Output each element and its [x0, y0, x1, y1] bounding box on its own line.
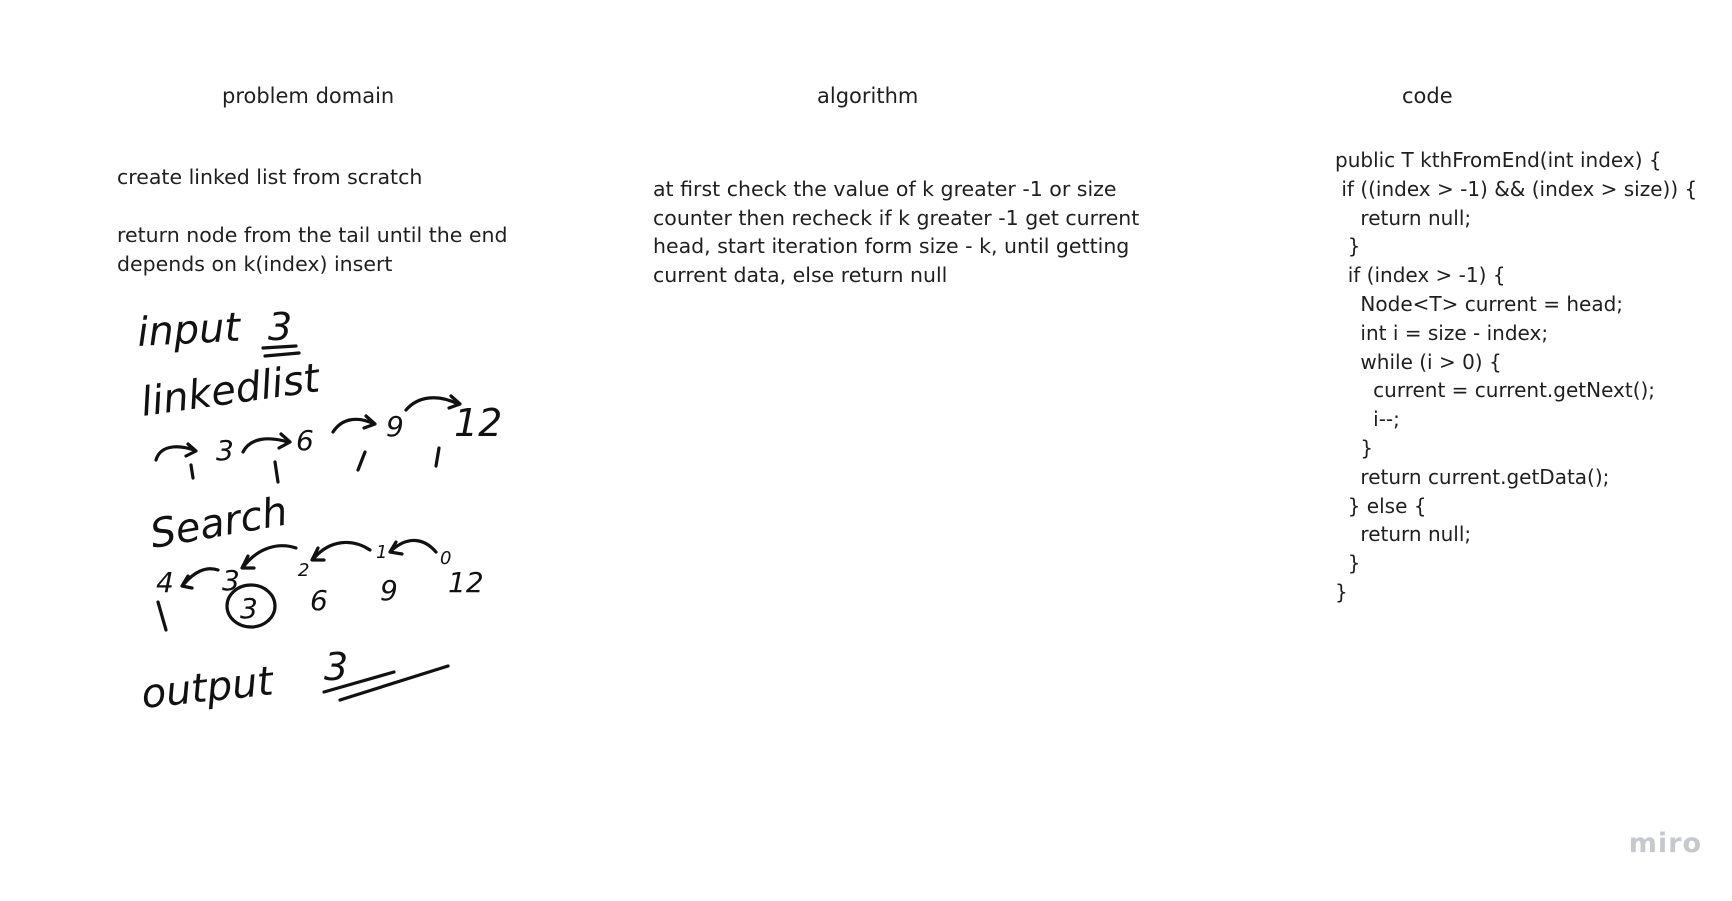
- code-title: code: [1402, 84, 1453, 108]
- code-line: public T kthFromEnd(int index) {: [1335, 148, 1662, 172]
- code-line: while (i > 0) {: [1335, 349, 1502, 374]
- sketch-search-back-arrow-2: [240, 544, 298, 570]
- sketch-list-value-3: 9: [386, 410, 404, 443]
- code-line: return null;: [1335, 522, 1472, 547]
- sketch-search-count-1: 4: [156, 566, 174, 599]
- sketch-input-value: 3: [268, 305, 292, 349]
- handwritten-example-sketch: input 3 linkedlist 3 6 9 12 Search 4 3 2…: [136, 305, 502, 718]
- code-line: if ((index > -1) && (index > size)) {: [1335, 176, 1698, 201]
- sketch-list-start-arrow: [154, 442, 198, 462]
- code-snippet: public T kthFromEnd(int index) { if ((in…: [1335, 146, 1697, 607]
- sketch-search-count-3: 2: [298, 560, 309, 581]
- sketch-list-value-4: 12: [454, 401, 502, 445]
- sketch-search-back-arrow-4: [388, 538, 438, 556]
- problem-domain-title: problem domain: [222, 84, 395, 108]
- sketch-search-first-index: [156, 600, 168, 632]
- sketch-search-value-1: 3: [240, 592, 258, 625]
- sketch-input-underline: [261, 344, 301, 358]
- sketch-output-value: 3: [324, 645, 348, 689]
- sketch-list-label: linkedlist: [138, 355, 323, 426]
- sketch-search-back-arrow-3: [310, 540, 372, 562]
- code-line: }: [1335, 579, 1348, 604]
- code-line: }: [1335, 234, 1361, 259]
- code-line: if (index > -1) {: [1335, 263, 1506, 288]
- code-line: Node<T> current = head;: [1335, 291, 1624, 316]
- sketch-search-value-3: 9: [380, 574, 398, 607]
- problem-domain-text-2: return node from the tail until the end …: [117, 223, 508, 276]
- code-line: } else {: [1335, 493, 1427, 518]
- code-line: return null;: [1335, 205, 1472, 230]
- sketch-list-value-1: 3: [216, 434, 234, 467]
- sketch-list-arrow-3: [404, 394, 462, 412]
- sketch-search-back-arrow-1: [180, 567, 220, 590]
- algorithm-title: algorithm: [817, 84, 919, 108]
- code-line: i--;: [1335, 407, 1400, 432]
- code-line: }: [1335, 551, 1361, 576]
- sketch-search-value-4: 12: [448, 566, 484, 599]
- sketch-output-label: output: [139, 658, 276, 718]
- code-line: int i = size - index;: [1335, 320, 1549, 345]
- sketch-list-value-2: 6: [296, 424, 314, 457]
- sketch-list-arrow-2: [331, 414, 377, 434]
- sketch-input-label: input: [136, 305, 242, 356]
- code-line: }: [1335, 435, 1374, 460]
- sketch-search-count-4: 1: [376, 542, 387, 563]
- sketch-list-arrow-1: [241, 432, 292, 454]
- miro-watermark-logo: miro: [1628, 828, 1702, 859]
- code-line: return current.getData();: [1335, 464, 1610, 489]
- sketch-search-value-2: 6: [310, 584, 328, 617]
- code-line: current = current.getNext();: [1335, 378, 1656, 403]
- problem-domain-text-1: create linked list from scratch: [117, 165, 423, 189]
- algorithm-text: at first check the value of k greater -1…: [653, 177, 1140, 287]
